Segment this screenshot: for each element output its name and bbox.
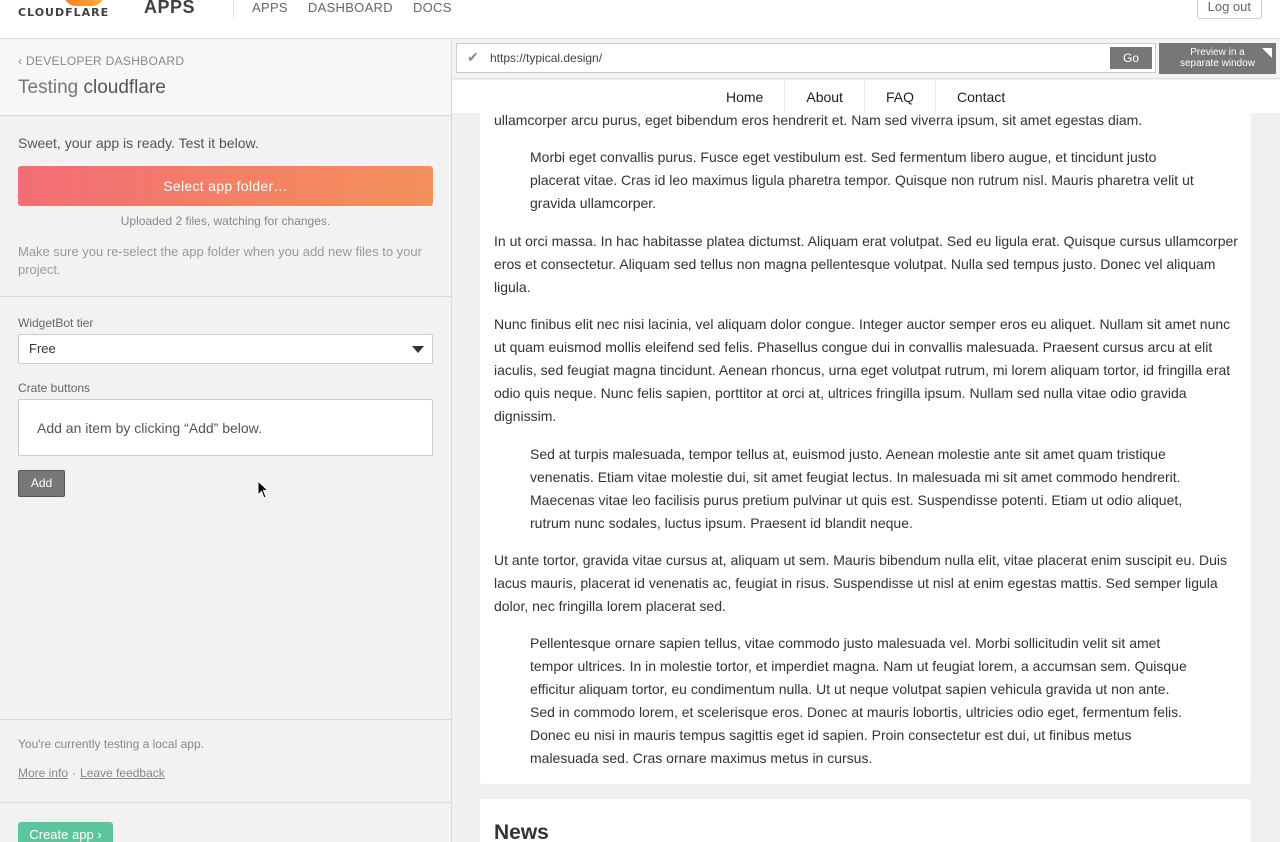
checkmark-icon: ✔	[467, 49, 479, 65]
preview-window-button[interactable]: Preview in a separate window	[1159, 43, 1276, 74]
local-app-note: You're currently testing a local app.	[18, 737, 204, 751]
logo-text: CLOUDFLARE	[18, 6, 110, 19]
blockquote-paragraph: Pellentesque ornare sapien tellus, vitae…	[530, 635, 1187, 766]
preview-window-label-line2: separate window	[1179, 58, 1256, 69]
upload-status: Uploaded 2 files, watching for changes.	[120, 214, 331, 228]
paragraph: ullamcorper arcu purus, eget bibendum er…	[494, 112, 1143, 128]
divider	[0, 802, 451, 803]
reselect-hint: Make sure you re-select the app folder w…	[18, 244, 422, 277]
select-app-folder-button[interactable]: Select app folder…	[18, 166, 433, 206]
paragraph: Ut ante tortor, gravida vitae cursus at,…	[494, 552, 1228, 614]
blockquote-paragraph: Morbi eget convallis purus. Fusce eget v…	[530, 149, 1194, 211]
page-title: Testing cloudflare	[18, 77, 166, 99]
back-link[interactable]: ‹ DEVELOPER DASHBOARD	[18, 54, 184, 68]
crate-buttons-list: Add an item by clicking “Add” below.	[18, 399, 433, 456]
go-button[interactable]: Go	[1110, 47, 1152, 69]
ready-message: Sweet, your app is ready. Test it below.	[18, 135, 259, 151]
content-card: ullamcorper arcu purus, eget bibendum er…	[480, 112, 1251, 784]
add-button[interactable]: Add	[18, 470, 65, 497]
tier-select-value: Free	[29, 341, 56, 356]
create-app-button[interactable]: Create app ›	[18, 822, 113, 842]
preview-panel: ✔ https://typical.design/ Go Preview in …	[452, 39, 1280, 842]
paragraph: Nunc finibus elit nec nisi lacinia, vel …	[494, 316, 1231, 424]
nav-dashboard[interactable]: DASHBOARD	[308, 0, 393, 18]
blockquote-paragraph: Sed at turpis malesuada, tempor tellus a…	[530, 446, 1183, 531]
url-bar[interactable]: ✔ https://typical.design/ Go	[456, 43, 1156, 73]
back-link-label: DEVELOPER DASHBOARD	[25, 54, 185, 68]
sidebar: ‹ DEVELOPER DASHBOARD Testing cloudflare…	[0, 39, 452, 842]
link-separator: ·	[72, 766, 77, 780]
tier-label: WidgetBot tier	[18, 316, 94, 330]
leave-feedback-link[interactable]: Leave feedback	[80, 766, 165, 780]
footer-links: More info · Leave feedback	[18, 766, 165, 780]
url-input[interactable]: https://typical.design/	[490, 51, 602, 65]
url-toolbar: ✔ https://typical.design/ Go Preview in …	[452, 39, 1280, 79]
crate-buttons-label: Crate buttons	[18, 381, 91, 395]
page-title-prefix: Testing	[18, 77, 79, 98]
page-title-name: cloudflare	[83, 77, 166, 98]
nav-docs[interactable]: DOCS	[413, 0, 452, 18]
news-card: News	[480, 799, 1251, 842]
tier-select[interactable]: Free	[18, 334, 433, 364]
top-header: CLOUDFLARE APPS APPS DASHBOARD DOCS Log …	[0, 0, 1280, 39]
sidebar-header: ‹ DEVELOPER DASHBOARD Testing cloudflare	[0, 39, 451, 116]
chevron-left-icon: ‹	[18, 54, 26, 68]
external-window-icon	[1262, 48, 1272, 58]
caret-down-icon	[412, 346, 424, 353]
crate-empty-text: Add an item by clicking “Add” below.	[37, 420, 262, 436]
news-heading: News	[494, 821, 549, 842]
logout-button[interactable]: Log out	[1196, 0, 1262, 19]
cloudflare-logo[interactable]: CLOUDFLARE	[18, 0, 114, 22]
divider	[0, 296, 451, 297]
preview-window-label-line1: Preview in a	[1190, 47, 1245, 58]
app-title: APPS	[144, 0, 196, 17]
nav-apps[interactable]: APPS	[252, 0, 288, 18]
top-nav: APPS DASHBOARD DOCS	[233, 0, 452, 18]
paragraph: In ut orci massa. In hac habitasse plate…	[494, 233, 1238, 295]
divider	[0, 719, 451, 720]
more-info-link[interactable]: More info	[18, 766, 68, 780]
